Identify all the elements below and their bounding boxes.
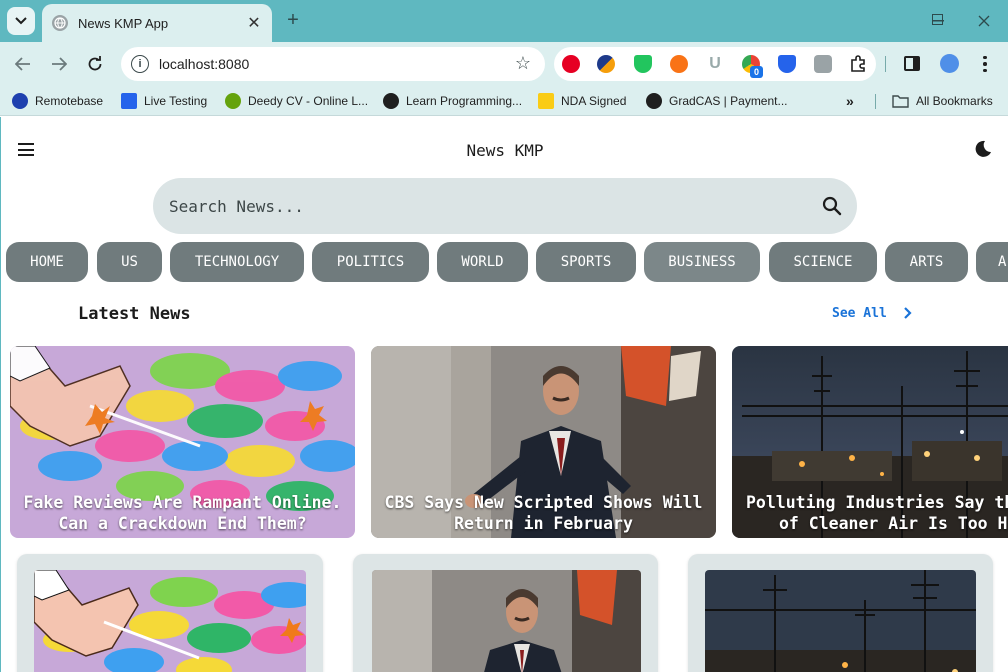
bookmark-star-icon[interactable]: ☆ — [515, 53, 531, 74]
category-world[interactable]: WORLD — [437, 242, 528, 282]
news-app: News KMP Search News... HOME US TECHNOLO… — [0, 117, 1008, 672]
toolbar-divider — [885, 56, 886, 72]
see-all-link[interactable]: See All — [832, 306, 887, 321]
browser-toolbar: i localhost:8080 ☆ U 0 — [0, 42, 1008, 86]
news-card-image — [372, 570, 641, 672]
app-title: News KMP — [466, 141, 544, 160]
bitwarden-extension-icon[interactable] — [778, 55, 796, 73]
site-info-icon[interactable]: i — [131, 55, 149, 73]
bookmark-live-testing[interactable]: Live Testing — [121, 93, 207, 109]
chevron-right-icon[interactable] — [901, 306, 915, 320]
category-more[interactable]: A — [976, 242, 1008, 282]
browser-title-bar: News KMP App ✕ + — [0, 0, 1008, 42]
close-window-button[interactable] — [971, 8, 997, 34]
featured-article-title: Polluting Industries Say the of Cleaner … — [746, 493, 1008, 533]
u-extension-icon[interactable]: U — [706, 55, 724, 73]
category-sports[interactable]: SPORTS — [536, 242, 636, 282]
bookmark-learn-programming[interactable]: Learn Programming... — [383, 93, 522, 109]
tab-search-button[interactable] — [7, 7, 35, 35]
address-bar[interactable]: i localhost:8080 ☆ — [121, 47, 545, 81]
dark-mode-toggle-icon[interactable] — [973, 139, 993, 159]
new-tab-button[interactable]: + — [282, 9, 304, 31]
tab-title: News KMP App — [78, 15, 169, 31]
pinterest-extension-icon[interactable] — [562, 55, 580, 73]
featured-article-title: CBS Says New Scripted Shows Will Return … — [384, 493, 703, 533]
lambdatest-icon — [121, 93, 137, 109]
news-card-image — [705, 570, 976, 672]
globe-icon — [52, 15, 68, 31]
chevron-down-icon — [15, 17, 27, 25]
featured-article[interactable]: Polluting Industries Say the of Cleaner … — [732, 346, 1008, 538]
arrow-left-icon — [15, 57, 30, 71]
category-arts[interactable]: ARTS — [885, 242, 968, 282]
puzzle-icon[interactable] — [849, 55, 867, 73]
category-politics[interactable]: POLITICS — [312, 242, 429, 282]
search-input[interactable]: Search News... — [169, 197, 304, 216]
reload-button[interactable] — [81, 50, 109, 78]
close-tab-icon[interactable]: ✕ — [244, 13, 264, 33]
side-panel-icon[interactable] — [904, 56, 920, 71]
bookmarks-bar: Remotebase Live Testing Deedy CV - Onlin… — [0, 86, 1008, 116]
globe-icon — [383, 93, 399, 109]
more-menu-icon[interactable] — [978, 52, 992, 76]
extension-icon[interactable] — [597, 55, 615, 73]
reload-icon — [88, 56, 102, 71]
featured-article[interactable]: Fake Reviews Are Rampant Online. Can a C… — [10, 346, 355, 538]
profile-avatar[interactable] — [940, 54, 959, 73]
news-card[interactable] — [688, 554, 993, 672]
arrow-right-icon — [52, 57, 67, 71]
back-button[interactable] — [9, 50, 37, 78]
search-icon[interactable] — [821, 195, 843, 217]
extension-icon[interactable] — [670, 55, 688, 73]
download-icon — [538, 93, 554, 109]
news-card[interactable] — [353, 554, 658, 672]
category-science[interactable]: SCIENCE — [769, 242, 877, 282]
featured-article-title: Fake Reviews Are Rampant Online. Can a C… — [23, 493, 342, 533]
bookmark-nda-signed[interactable]: NDA Signed — [538, 93, 626, 109]
camera-extension-icon[interactable] — [814, 55, 832, 73]
close-icon — [978, 15, 990, 27]
news-card-image — [34, 570, 306, 672]
globe-icon — [646, 93, 662, 109]
category-home[interactable]: HOME — [6, 242, 88, 282]
category-us[interactable]: US — [97, 242, 162, 282]
folder-icon — [892, 95, 909, 108]
section-title: Latest News — [78, 304, 191, 324]
extensions-tray: U 0 — [554, 47, 876, 81]
browser-tab[interactable]: News KMP App ✕ — [42, 4, 272, 42]
maximize-icon[interactable] — [932, 14, 943, 25]
bookmarks-divider — [875, 94, 876, 109]
bookmark-deedy-cv[interactable]: Deedy CV - Online L... — [225, 93, 368, 109]
shield-extension-icon[interactable] — [634, 55, 652, 73]
bookmark-remotebase[interactable]: Remotebase — [12, 93, 103, 109]
remotebase-icon — [12, 93, 28, 109]
all-bookmarks-button[interactable]: All Bookmarks — [892, 93, 993, 109]
url-text[interactable]: localhost:8080 — [159, 56, 249, 72]
extension-badge: 0 — [750, 66, 763, 78]
forward-button[interactable] — [45, 50, 73, 78]
bookmarks-overflow-icon[interactable]: » — [846, 93, 854, 109]
bookmark-gradcas[interactable]: GradCAS | Payment... — [646, 93, 788, 109]
news-card[interactable] — [17, 554, 323, 672]
leaf-icon — [225, 93, 241, 109]
category-business[interactable]: BUSINESS — [644, 242, 760, 282]
featured-article[interactable]: CBS Says New Scripted Shows Will Return … — [371, 346, 716, 538]
search-bar[interactable]: Search News... — [153, 178, 857, 234]
category-technology[interactable]: TECHNOLOGY — [170, 242, 304, 282]
